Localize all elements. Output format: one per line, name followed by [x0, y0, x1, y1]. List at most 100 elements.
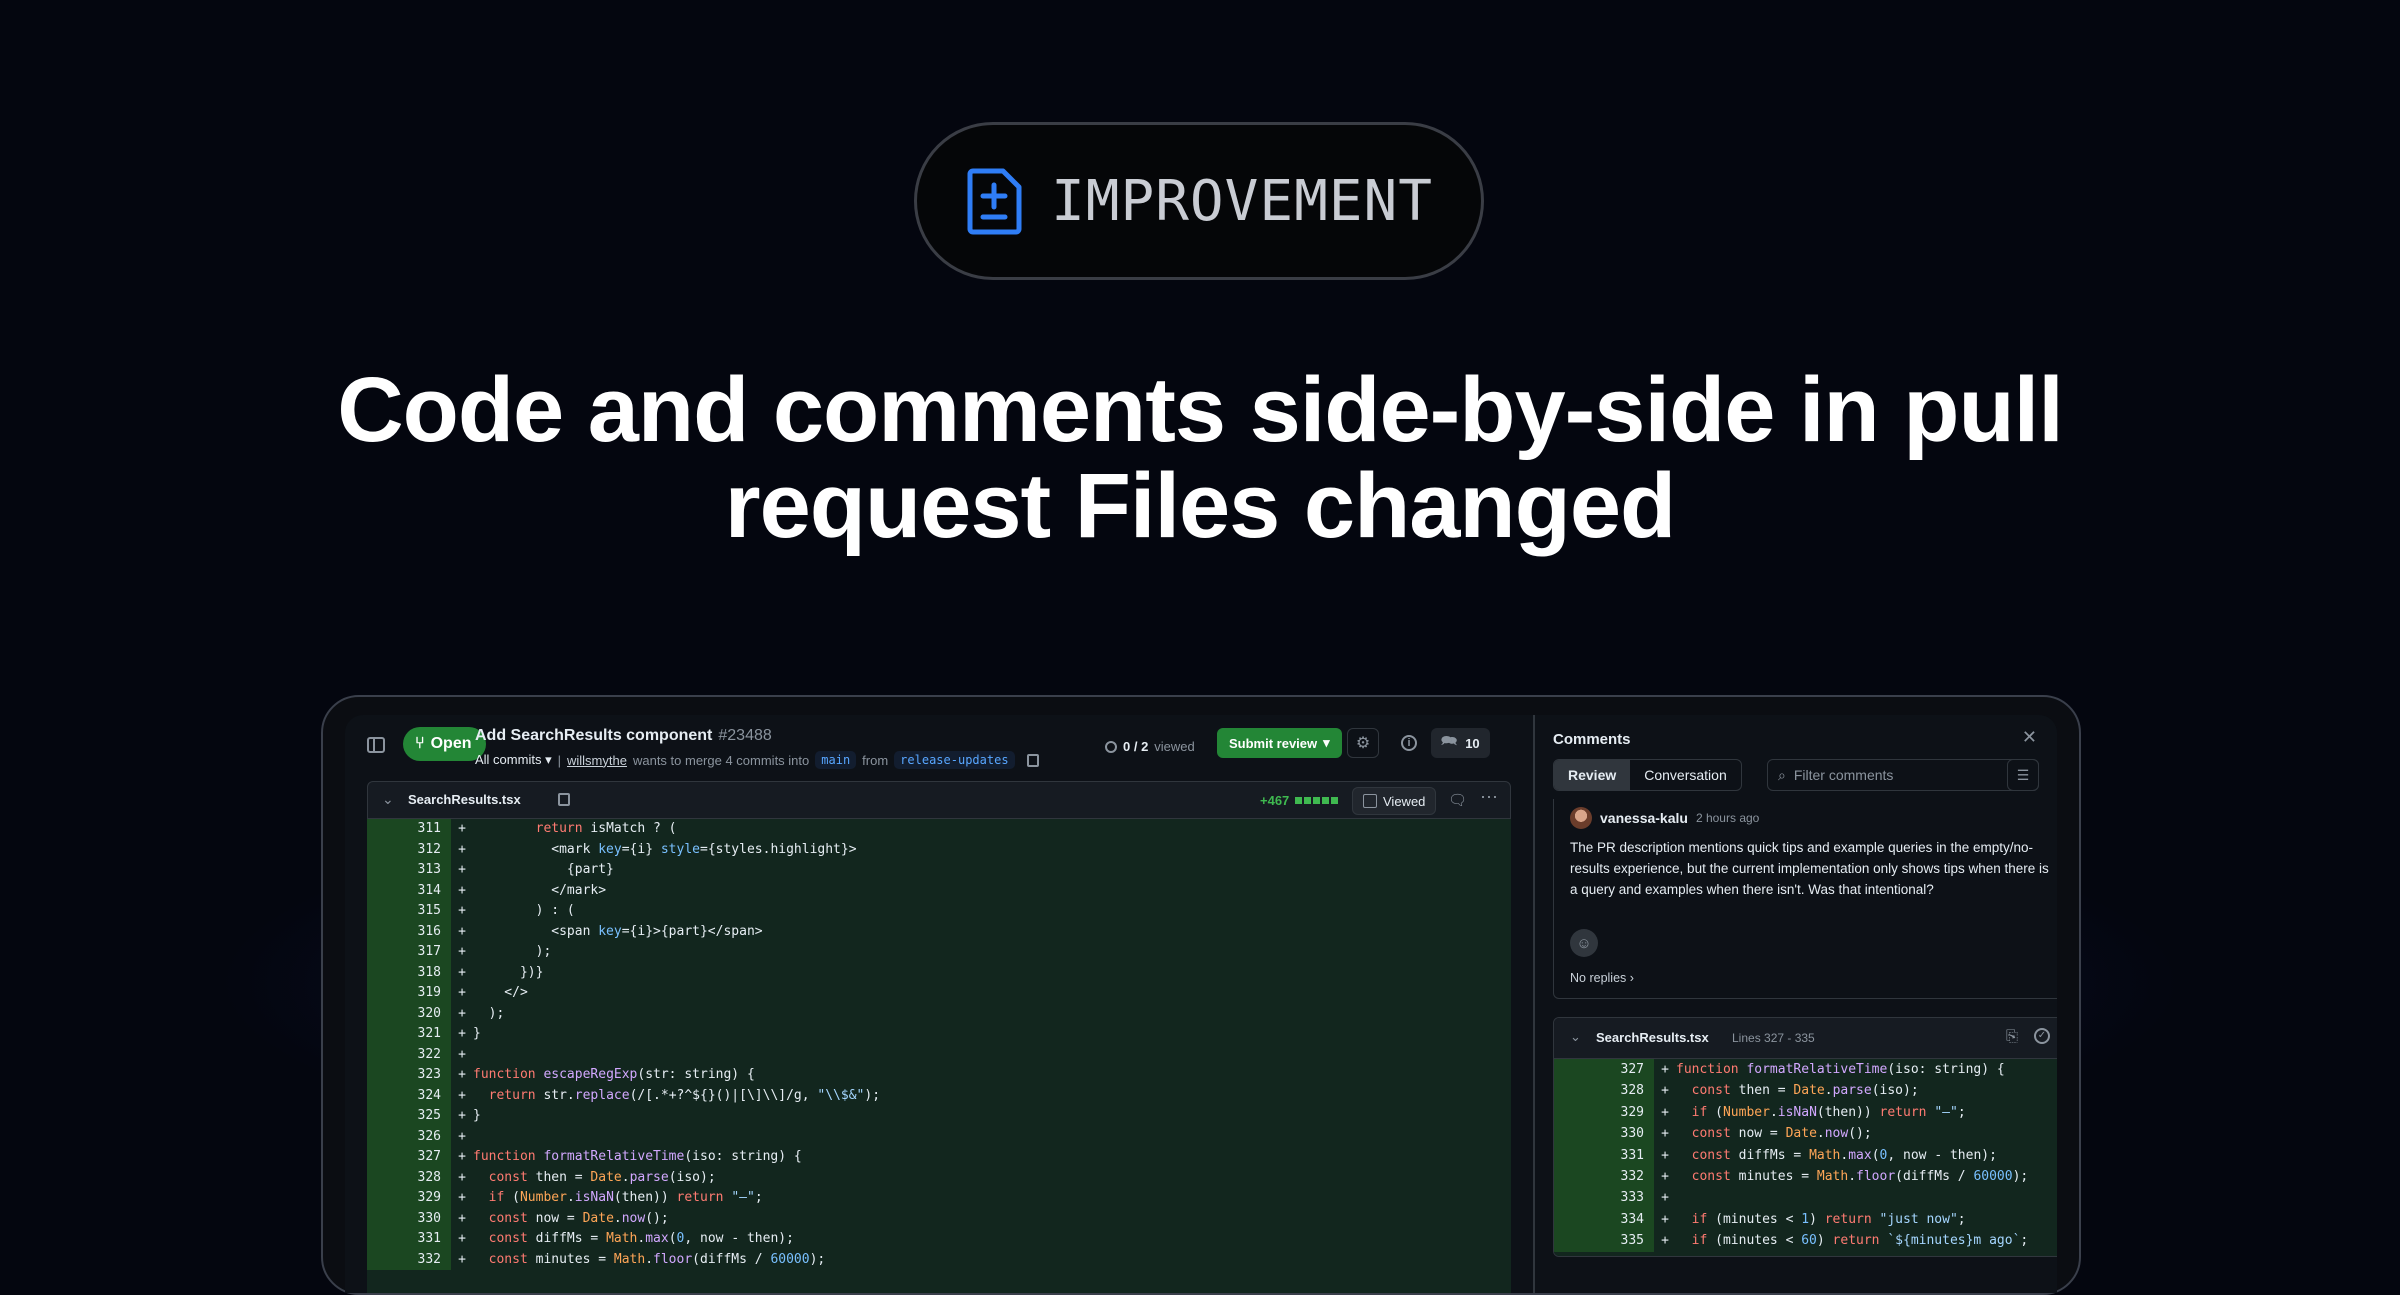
line-number[interactable]: 334	[1554, 1208, 1654, 1231]
diff-line[interactable]: 324 + return str.replace(/[.*+?^${}()|[\]…	[367, 1085, 1511, 1106]
tab-review[interactable]: Review	[1554, 760, 1631, 790]
line-number[interactable]: 335	[1554, 1230, 1654, 1252]
diff-line[interactable]: 315 + ) : (	[367, 901, 1511, 922]
diff-line[interactable]: 323 + function escapeRegExp(str: string) {	[367, 1065, 1511, 1086]
snippet-diff-view: 327 + function formatRelativeTime(iso: str…	[1554, 1059, 2057, 1256]
code-text: function escapeRegExp(str: string) {	[473, 1067, 755, 1082]
addition-marker: +	[1661, 1083, 1669, 1099]
line-number[interactable]: 330	[367, 1208, 451, 1229]
resolve-check-icon[interactable]: ✓	[2034, 1028, 2050, 1044]
diff-line[interactable]: 329 + if (Number.isNaN(then)) return "—";	[1554, 1101, 2057, 1124]
line-number[interactable]: 326	[367, 1126, 451, 1147]
line-number[interactable]: 333	[1554, 1187, 1654, 1209]
addition-marker: +	[458, 1210, 466, 1226]
line-number[interactable]: 312	[367, 839, 451, 860]
jump-to-file-icon[interactable]: ⎘	[2006, 1028, 2018, 1045]
line-number[interactable]: 311	[367, 819, 451, 840]
chevron-down-icon[interactable]: ⌄	[382, 791, 394, 808]
line-number[interactable]: 327	[1554, 1059, 1654, 1081]
diff-line[interactable]: 334 + if (minutes < 1) return "just now";	[1554, 1208, 2057, 1231]
diff-line[interactable]: 332 + const minutes = Math.floor(diffMs /…	[1554, 1165, 2057, 1188]
line-number[interactable]: 317	[367, 942, 451, 963]
line-number[interactable]: 321	[367, 1024, 451, 1045]
line-number[interactable]: 329	[367, 1188, 451, 1209]
tab-conversation[interactable]: Conversation	[1630, 760, 1741, 790]
viewed-checkbox[interactable]: Viewed	[1352, 787, 1437, 815]
line-number[interactable]: 325	[367, 1106, 451, 1127]
diff-line[interactable]: 331 + const diffMs = Math.max(0, now - th…	[1554, 1144, 2057, 1166]
line-number[interactable]: 319	[367, 983, 451, 1004]
diff-line[interactable]: 326 +	[367, 1126, 1511, 1147]
line-number[interactable]: 315	[367, 901, 451, 922]
code-text: const now = Date.now();	[1691, 1126, 1872, 1142]
copy-icon[interactable]	[558, 793, 570, 806]
line-number[interactable]: 328	[367, 1167, 451, 1188]
diff-line[interactable]: 322 +	[367, 1044, 1511, 1065]
comment-discussion-icon: 🗪	[1441, 733, 1458, 748]
diff-line[interactable]: 316 + <span key={i}>{part}</span>	[367, 921, 1511, 942]
pr-author-link[interactable]: willsmythe	[567, 753, 627, 768]
head-branch[interactable]: release-updates	[894, 751, 1015, 769]
additions-count: +467	[1260, 793, 1290, 808]
diff-line[interactable]: 313 + {part}	[367, 860, 1511, 881]
diff-line[interactable]: 320 + );	[367, 1003, 1511, 1024]
add-reaction-button[interactable]: ☺	[1570, 929, 1598, 957]
diff-line[interactable]: 331 + const diffMs = Math.max(0, now - th…	[367, 1229, 1511, 1250]
settings-button[interactable]: ⚙	[1347, 728, 1379, 758]
diff-line[interactable]: 311 + return isMatch ? (	[367, 819, 1511, 840]
comments-panel: Comments ✕ Review Conversation ⌕ Filter …	[1535, 715, 2057, 1293]
code-text: }	[473, 1026, 481, 1041]
diff-line[interactable]: 333 +	[1554, 1187, 2057, 1209]
line-number[interactable]: 331	[1554, 1144, 1654, 1166]
line-number[interactable]: 320	[367, 1003, 451, 1024]
close-icon[interactable]: ✕	[2022, 727, 2037, 748]
comment-icon[interactable]: 🗨	[1448, 791, 1467, 809]
line-number[interactable]: 316	[367, 921, 451, 942]
diff-line[interactable]: 327 + function formatRelativeTime(iso: str…	[1554, 1059, 2057, 1081]
comments-toggle-button[interactable]: 🗪 10	[1431, 728, 1490, 758]
diff-line[interactable]: 312 + <mark key={i} style={styles.highlig…	[367, 839, 1511, 860]
submit-review-button[interactable]: Submit review ▾	[1217, 728, 1342, 758]
line-number[interactable]: 313	[367, 860, 451, 881]
diff-line[interactable]: 319 + </>	[367, 983, 1511, 1004]
line-number[interactable]: 327	[367, 1147, 451, 1168]
diff-line[interactable]: 330 + const now = Date.now();	[1554, 1123, 2057, 1145]
diff-line[interactable]: 329 + if (Number.isNaN(then)) return "—";	[367, 1188, 1511, 1209]
diff-line[interactable]: 335 + if (minutes < 60) return `${minutes…	[1554, 1230, 2057, 1252]
sidebar-toggle-icon[interactable]	[367, 737, 385, 753]
files-viewed-progress: 0 / 2 viewed	[1105, 739, 1195, 754]
line-number[interactable]: 318	[367, 962, 451, 983]
line-number[interactable]: 329	[1554, 1101, 1654, 1124]
diff-line[interactable]: 330 + const now = Date.now();	[367, 1208, 1511, 1229]
diff-line[interactable]: 328 + const then = Date.parse(iso);	[1554, 1080, 2057, 1102]
base-branch[interactable]: main	[815, 751, 857, 769]
diff-line[interactable]: 325 +}	[367, 1106, 1511, 1127]
line-number[interactable]: 322	[367, 1044, 451, 1065]
diff-line[interactable]: 328 + const then = Date.parse(iso);	[367, 1167, 1511, 1188]
line-number[interactable]: 331	[367, 1229, 451, 1250]
info-icon[interactable]: i	[1401, 735, 1417, 751]
copy-icon[interactable]	[1026, 753, 1039, 767]
diff-line[interactable]: 327 + function formatRelativeTime(iso: str…	[367, 1147, 1511, 1168]
progress-ring-icon	[1105, 740, 1117, 753]
filter-comments-input[interactable]: ⌕ Filter comments	[1767, 759, 2039, 791]
line-number[interactable]: 314	[367, 880, 451, 901]
avatar[interactable]	[1570, 807, 1592, 829]
line-number[interactable]: 323	[367, 1065, 451, 1086]
filter-button[interactable]: ☰	[2007, 759, 2039, 791]
chevron-down-icon[interactable]: ⌄	[1570, 1029, 1581, 1045]
diff-line[interactable]: 317 + );	[367, 942, 1511, 963]
diff-line[interactable]: 321 +}	[367, 1024, 1511, 1045]
line-number[interactable]: 332	[1554, 1165, 1654, 1188]
snippet-file-name[interactable]: SearchResults.tsx	[1596, 1030, 1709, 1045]
kebab-menu-icon[interactable]: ⋯	[1480, 787, 1498, 808]
file-name[interactable]: SearchResults.tsx	[408, 792, 521, 807]
comment-author[interactable]: vanessa-kalu	[1600, 810, 1688, 826]
replies-link[interactable]: No replies ›	[1570, 971, 1634, 985]
commits-filter-dropdown[interactable]: All commits ▾	[475, 752, 552, 768]
line-number[interactable]: 328	[1554, 1080, 1654, 1102]
line-number[interactable]: 324	[367, 1085, 451, 1106]
diff-line[interactable]: 318 + })}	[367, 962, 1511, 983]
line-number[interactable]: 330	[1554, 1123, 1654, 1145]
diff-line[interactable]: 314 + </mark>	[367, 880, 1511, 901]
